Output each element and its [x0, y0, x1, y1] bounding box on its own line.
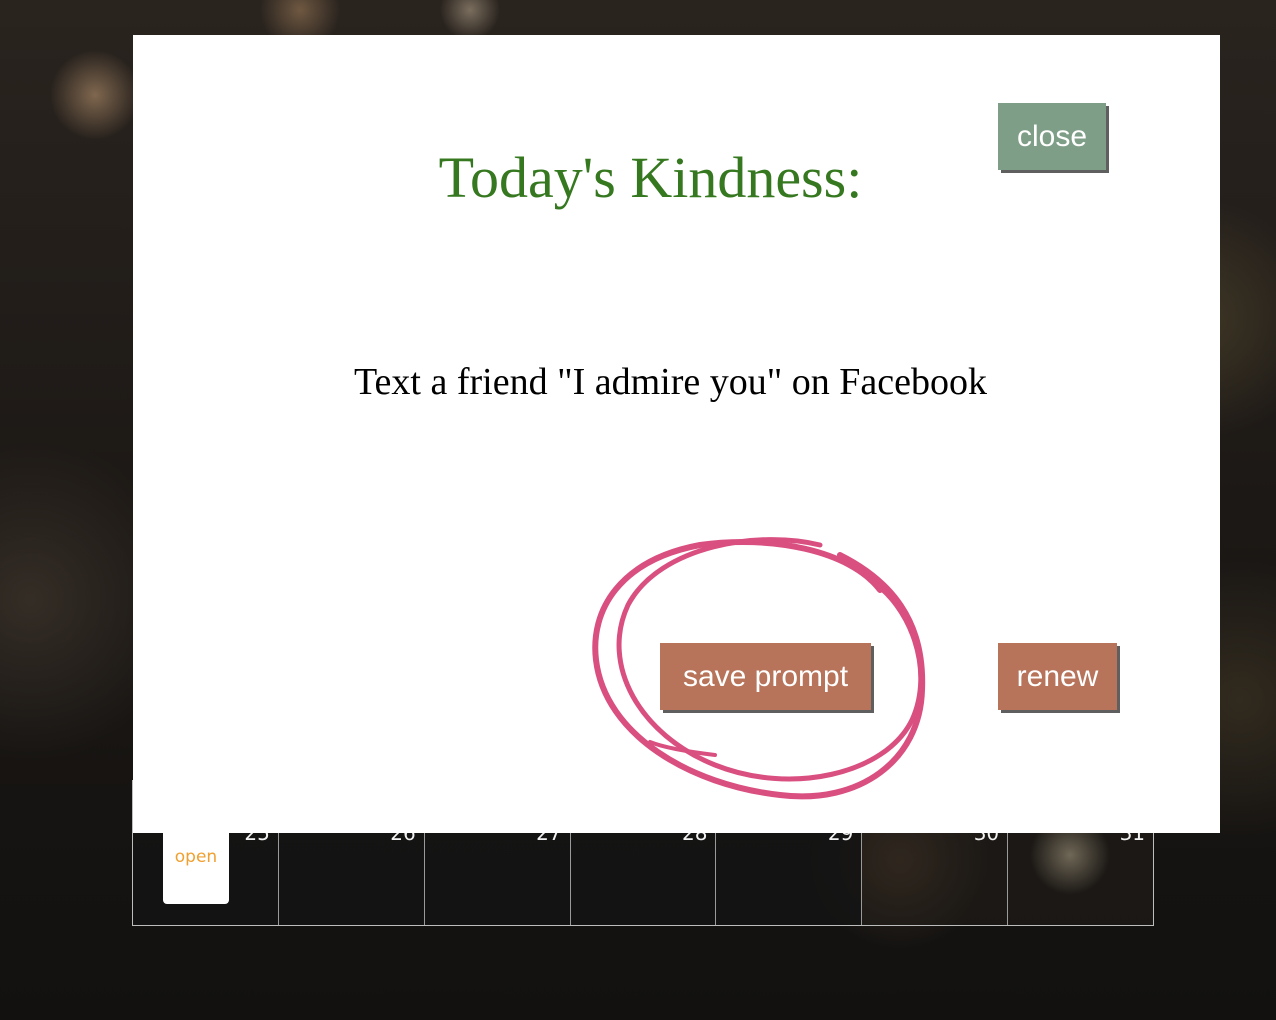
save-prompt-button[interactable]: save prompt — [660, 643, 871, 710]
open-button[interactable]: open — [163, 821, 229, 904]
renew-button[interactable]: renew — [998, 643, 1117, 710]
kindness-modal: Today's Kindness: close Text a friend "I… — [133, 35, 1220, 833]
kindness-prompt-text: Text a friend "I admire you" on Facebook — [354, 361, 987, 403]
close-button[interactable]: close — [998, 103, 1106, 170]
